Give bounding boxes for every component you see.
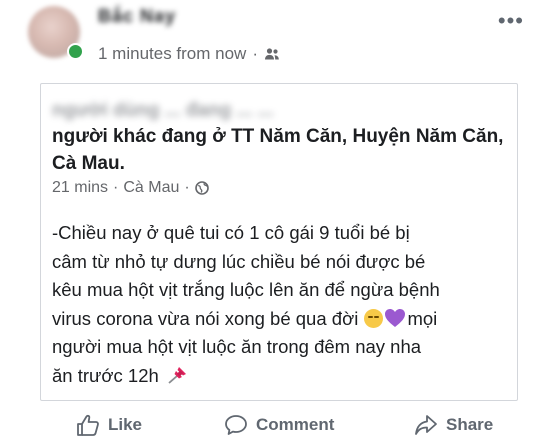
post-body-line: -Chiều nay ở quê tui có 1 cô gái 9 tuổi … [52,222,410,243]
globe-icon [194,181,209,195]
like-label: Like [108,415,143,434]
comment-bubble-icon [225,415,247,435]
friends-icon[interactable] [264,47,280,61]
meta-separator: · [113,179,119,196]
shared-post[interactable]: người dùng ... đang ... ... người khác đ… [40,83,518,401]
post-header: Bắc Nay 1 minutes from now · ••• [0,0,550,70]
like-button[interactable]: Like [76,414,142,436]
thumbs-up-icon [77,414,99,436]
post-body-text: ăn trước 12h [52,364,159,386]
comment-label: Comment [256,415,335,434]
share-label: Share [446,415,494,434]
meta-separator: · [252,44,259,63]
shared-post-author-blurred[interactable]: người dùng ... đang ... ... [52,100,273,122]
author-name[interactable]: Bắc Nay [98,6,176,27]
post-body-line: người mua hột vịt luộc ăn trong đêm nay … [52,336,422,357]
meta-separator: · [184,179,190,196]
shared-post-location: người khác đang ở TT Năm Căn, Huyện Năm … [52,126,504,174]
post-body-line: kêu mua hột vịt trắng luộc lên ăn để ngừ… [52,279,440,300]
more-options-icon[interactable]: ••• [498,8,524,34]
sad-face-emoji-icon [364,308,384,328]
shared-post-place[interactable]: Cà Mau [123,179,179,197]
share-arrow-icon [415,415,437,435]
post-body-line: virus corona vừa nói xong bé qua đời mọi [52,305,512,334]
post-body-line: ăn trước 12h [52,362,512,391]
purple-heart-emoji-icon [385,308,406,327]
post-body-line: câm từ nhỏ tự dưng lúc chiều bé nói được… [52,250,426,272]
comment-button[interactable]: Comment [224,414,334,436]
pushpin-emoji-icon [168,366,186,384]
share-button[interactable]: Share [414,414,493,436]
post-body-text: virus corona vừa nói xong bé qua đời [52,307,359,329]
post-body-text: mọi [407,307,438,329]
online-status-dot [67,43,84,60]
post-meta: 1 minutes from now · [98,44,280,64]
shared-post-meta: 21 mins · Cà Mau · [52,179,209,197]
post-timestamp[interactable]: 1 minutes from now [98,44,246,64]
post-body: -Chiều nay ở quê tui có 1 cô gái 9 tuổi … [52,219,512,390]
post-action-bar: Like Comment Share [0,408,550,441]
shared-post-time[interactable]: 21 mins [52,179,108,197]
